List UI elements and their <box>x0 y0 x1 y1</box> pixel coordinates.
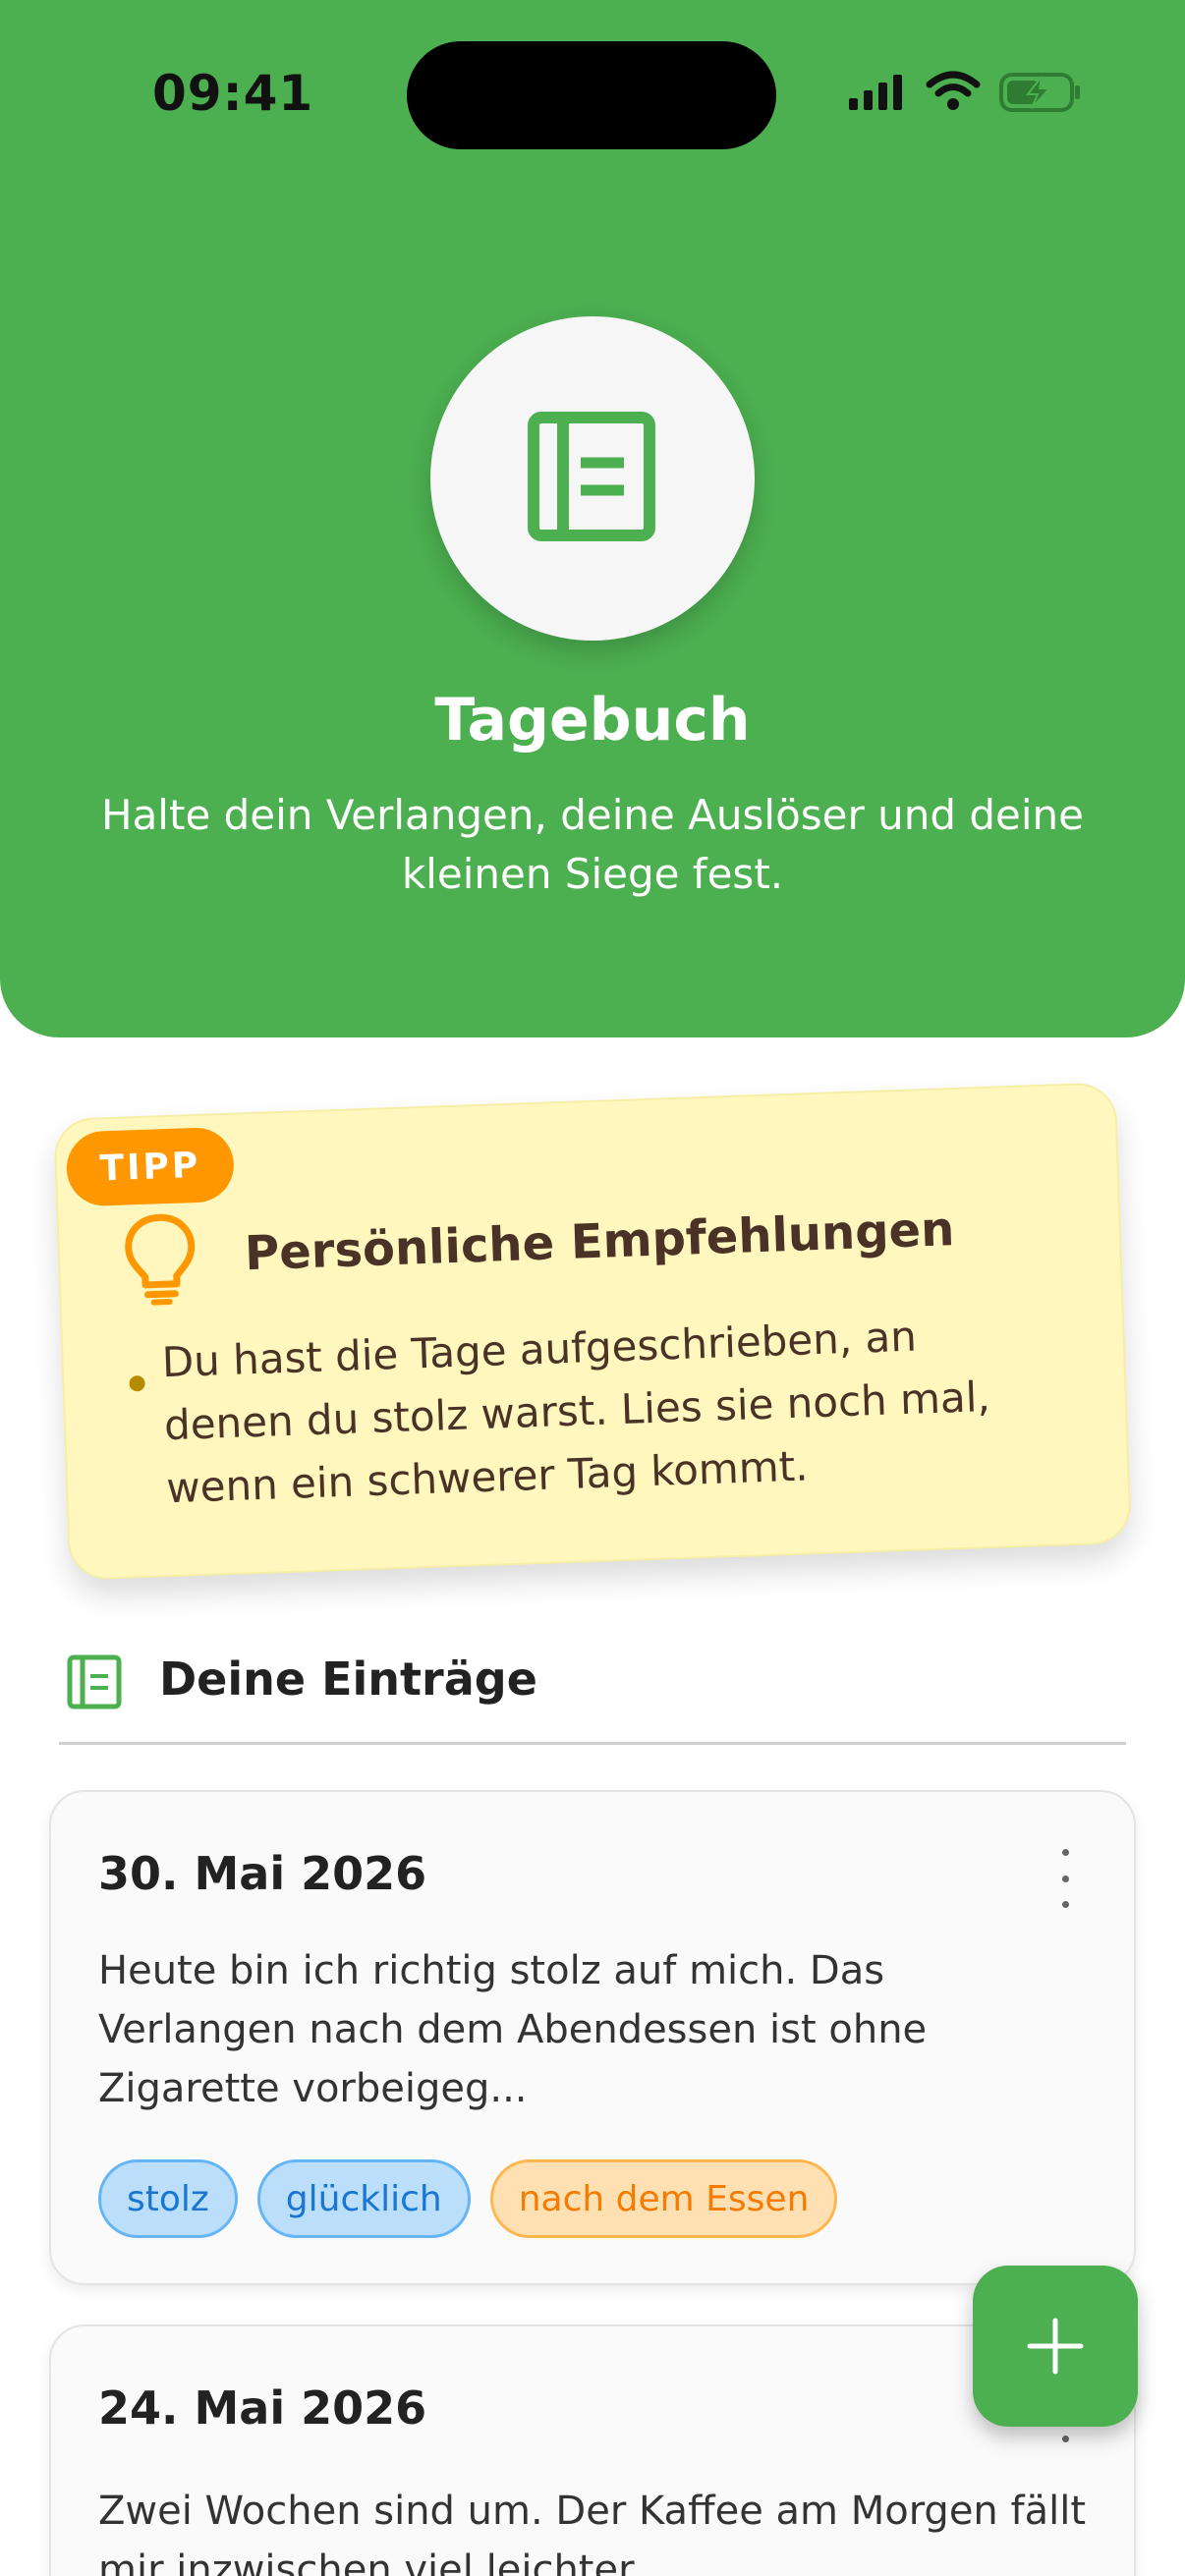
section-title: Deine Einträge <box>159 1652 537 1706</box>
add-entry-button[interactable] <box>973 2266 1138 2427</box>
tip-card: TIPP Persönliche Empfehlungen Du hast di… <box>53 1082 1132 1581</box>
tip-badge: TIPP <box>65 1126 236 1207</box>
tag-chip: stolz <box>98 2159 238 2238</box>
page-title: Tagebuch <box>434 686 751 755</box>
lightbulb-icon <box>125 1213 196 1306</box>
journal-icon <box>528 412 655 541</box>
wifi-icon <box>926 71 981 110</box>
journal-avatar <box>430 316 755 641</box>
bullet-icon <box>129 1374 145 1392</box>
tag-chip: nach dem Essen <box>489 2159 838 2238</box>
battery-charging-icon <box>999 73 1080 112</box>
tip-title: Persönliche Empfehlungen <box>244 1202 956 1282</box>
entry-text: Heute bin ich richtig stolz auf mich. Da… <box>98 1948 928 2111</box>
entry-card[interactable]: 30. Mai 2026 Heute bin ich richtig stolz… <box>49 1790 1136 2285</box>
entry-text: Zwei Wochen sind um. Der Kaffee am Morge… <box>98 2489 1086 2576</box>
signal-icon <box>849 75 902 110</box>
entry-date: 24. Mai 2026 <box>98 2381 427 2435</box>
tag-chip: glücklich <box>256 2159 471 2238</box>
tip-item: Du hast die Tage aufgeschrieben, an dene… <box>160 1312 991 1513</box>
status-time: 09:41 <box>152 65 314 122</box>
plus-icon <box>1027 2318 1084 2375</box>
divider <box>59 1742 1126 1745</box>
journal-section-icon <box>67 1654 122 1709</box>
page-subtitle: Halte dein Verlangen, deine Auslöser und… <box>100 791 1084 898</box>
tag-list: stolz glücklich nach dem Essen <box>98 2159 838 2238</box>
header: 09:41 Tagebuch Halte dein Verlangen, dei… <box>0 0 1185 1037</box>
entry-date: 30. Mai 2026 <box>98 1847 427 1900</box>
more-options-icon[interactable] <box>1055 1849 1075 1908</box>
dynamic-island <box>407 41 776 149</box>
tip-card-wrapper: TIPP Persönliche Empfehlungen Du hast di… <box>53 1082 1132 1581</box>
